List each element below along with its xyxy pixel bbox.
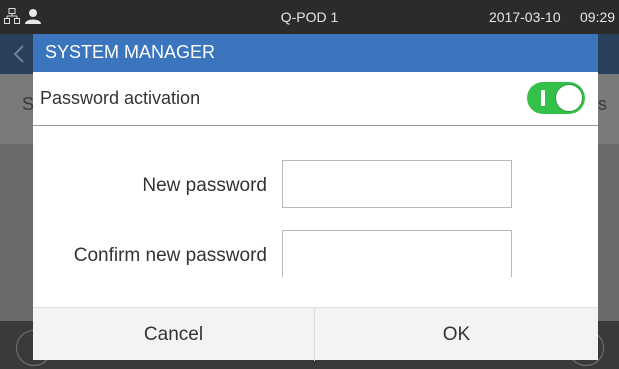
- ok-button[interactable]: OK: [315, 308, 598, 361]
- status-date: 2017-03-10: [489, 9, 561, 25]
- password-activation-row: Password activation: [33, 72, 598, 126]
- toggle-knob: [555, 84, 583, 112]
- back-chevron-icon: [13, 45, 24, 63]
- confirm-password-label: Confirm new password: [73, 245, 267, 266]
- status-time: 09:29: [580, 9, 616, 25]
- new-password-label: New password: [142, 175, 267, 196]
- dialog-footer: Cancel OK: [33, 307, 598, 361]
- dialog-title: SYSTEM MANAGER: [33, 34, 598, 72]
- scroll-clip: [273, 277, 533, 307]
- system-manager-dialog: SYSTEM MANAGER Password activation New p…: [33, 34, 598, 361]
- password-activation-toggle[interactable]: [527, 82, 585, 114]
- toggle-on-mark-icon: [541, 90, 545, 106]
- password-activation-label: Password activation: [40, 88, 201, 108]
- background-text-right: s: [598, 94, 607, 114]
- new-password-input[interactable]: [282, 160, 512, 208]
- cancel-button[interactable]: Cancel: [33, 308, 314, 361]
- status-bar: Q-POD 1 2017-03-10 09:29: [0, 0, 619, 34]
- confirm-password-input[interactable]: [282, 230, 512, 278]
